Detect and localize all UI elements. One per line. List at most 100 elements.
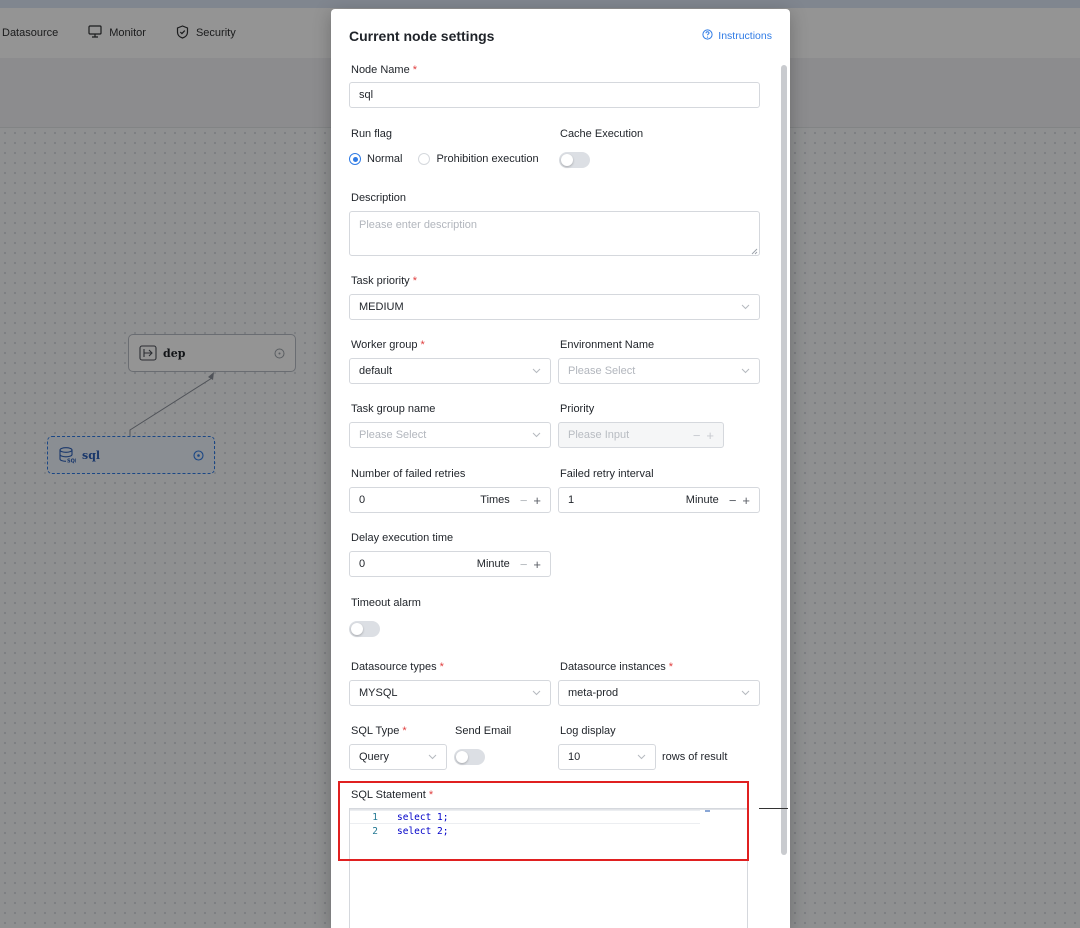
label-text: SQL Type [351, 725, 400, 737]
datasource-instances-label: Datasource instances * [560, 661, 673, 673]
task-group-name-label: Task group name [351, 403, 436, 415]
retry-interval-label: Failed retry interval [560, 468, 654, 480]
send-email-toggle[interactable] [454, 749, 485, 765]
run-flag-label: Run flag [351, 128, 392, 140]
worker-group-select[interactable]: default [349, 358, 551, 384]
task-priority-select[interactable]: MEDIUM [349, 294, 760, 320]
select-placeholder: Please Select [359, 429, 427, 441]
node-settings-modal: Current node settings Instructions Node … [331, 9, 790, 928]
resize-handle-icon[interactable] [750, 246, 758, 255]
task-group-name-select[interactable]: Please Select [349, 422, 551, 448]
chevron-down-icon [636, 752, 646, 762]
log-display-select[interactable]: 10 [558, 744, 656, 770]
chevron-down-icon [531, 688, 541, 698]
failed-retries-stepper: − + [520, 493, 541, 508]
chevron-down-icon [531, 366, 541, 376]
editor-overview-marker [705, 810, 710, 812]
priority-input[interactable]: Please Input − + [558, 422, 724, 448]
radio-label: Prohibition execution [436, 153, 539, 165]
datasource-types-select[interactable]: MYSQL [349, 680, 551, 706]
delay-execution-label: Delay execution time [351, 532, 454, 544]
line-number: 2 [372, 825, 378, 837]
failed-retries-input[interactable]: 0 Times − + [349, 487, 551, 513]
modal-scrollbar[interactable] [780, 61, 788, 928]
code-line[interactable]: 2 select 2; [350, 824, 448, 838]
select-value: MEDIUM [359, 301, 404, 313]
timeout-alarm-label: Timeout alarm [351, 597, 421, 609]
chevron-down-icon [740, 688, 750, 698]
send-email-label: Send Email [455, 725, 512, 737]
sql-type-select[interactable]: Query [349, 744, 447, 770]
editor-edge-line [759, 808, 788, 809]
decrement-button[interactable]: − [693, 428, 701, 443]
label-text: Node Name [351, 64, 410, 76]
required-mark: * [428, 789, 434, 801]
node-name-input[interactable]: sql [349, 82, 760, 108]
instructions-link[interactable]: Instructions [702, 29, 772, 43]
priority-label: Priority [560, 403, 595, 415]
line-number: 1 [372, 811, 378, 823]
environment-name-label: Environment Name [560, 339, 655, 351]
delay-execution-stepper: − + [520, 557, 541, 572]
task-priority-label: Task priority * [351, 275, 417, 287]
datasource-instances-select[interactable]: meta-prod [558, 680, 760, 706]
cache-execution-label: Cache Execution [560, 128, 644, 140]
required-mark: * [668, 661, 674, 673]
delay-execution-input[interactable]: 0 Minute − + [349, 551, 551, 577]
instructions-label: Instructions [718, 30, 772, 42]
radio-prohibition-execution[interactable]: Prohibition execution [418, 153, 539, 165]
radio-dot [349, 153, 361, 165]
increment-button[interactable]: + [533, 493, 541, 508]
input-placeholder: Please Input [568, 429, 630, 441]
worker-group-label: Worker group * [351, 339, 425, 351]
decrement-button[interactable]: − [520, 493, 528, 508]
increment-button[interactable]: + [533, 557, 541, 572]
required-mark: * [412, 275, 417, 287]
log-display-label: Log display [560, 725, 616, 737]
required-mark: * [412, 64, 417, 76]
radio-label: Normal [367, 153, 403, 165]
label-text: Datasource types [351, 661, 437, 673]
cache-execution-toggle[interactable] [559, 152, 590, 168]
increment-button[interactable]: + [706, 428, 714, 443]
modal-header: Current node settings Instructions [331, 9, 790, 59]
select-value: default [359, 365, 393, 377]
sql-type-label: SQL Type * [351, 725, 407, 737]
select-placeholder: Please Select [568, 365, 636, 377]
retry-interval-stepper: − + [729, 493, 750, 508]
sql-statement-label: SQL Statement * [351, 789, 433, 801]
input-value: 0 [359, 494, 366, 506]
required-mark: * [402, 725, 407, 737]
datasource-types-label: Datasource types * [351, 661, 444, 673]
select-value: MYSQL [359, 687, 398, 699]
timeout-alarm-toggle[interactable] [349, 621, 380, 637]
help-circle-icon [702, 29, 713, 43]
label-text: SQL Statement [351, 789, 426, 801]
label-text: Task priority [351, 275, 410, 287]
chevron-down-icon [427, 752, 437, 762]
increment-button[interactable]: + [742, 493, 750, 508]
modal-title: Current node settings [349, 28, 495, 44]
scrollbar-thumb[interactable] [781, 65, 787, 855]
description-textarea[interactable]: Please enter description [349, 211, 760, 256]
decrement-button[interactable]: − [520, 557, 528, 572]
input-value: 0 [359, 558, 366, 570]
priority-stepper: − + [693, 428, 714, 443]
radio-dot [418, 153, 431, 165]
label-text: Datasource instances [560, 661, 666, 673]
chevron-down-icon [740, 302, 750, 312]
required-mark: * [420, 339, 425, 351]
retry-interval-input[interactable]: 1 Minute − + [558, 487, 760, 513]
run-flag-radio-group: Normal Prohibition execution [349, 153, 555, 165]
select-value: 10 [568, 751, 581, 763]
chevron-down-icon [531, 430, 541, 440]
failed-retries-label: Number of failed retries [351, 468, 466, 480]
code-line[interactable]: 1 select 1; [350, 810, 700, 824]
input-unit: Minute [476, 558, 510, 570]
radio-normal[interactable]: Normal [349, 153, 402, 165]
sql-code-editor[interactable]: 1 select 1; 2 select 2; [349, 808, 748, 928]
decrement-button[interactable]: − [729, 493, 737, 508]
code-text: select 1; [397, 811, 449, 823]
label-text: Worker group [351, 339, 418, 351]
environment-name-select[interactable]: Please Select [558, 358, 760, 384]
